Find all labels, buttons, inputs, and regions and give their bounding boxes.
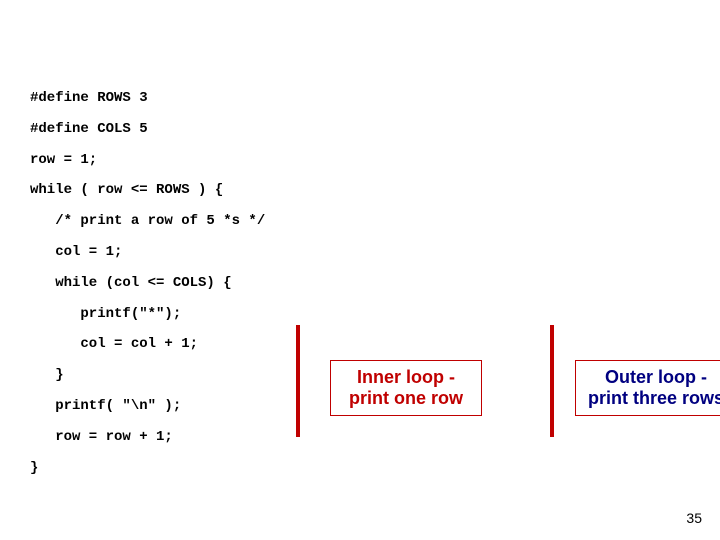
inner-loop-annotation: Inner loop - print one row	[330, 360, 482, 416]
code-line: row = 1;	[30, 152, 265, 169]
code-line: printf("*");	[30, 306, 265, 323]
code-line: }	[30, 367, 265, 384]
outer-loop-bracket	[550, 325, 554, 437]
code-line: printf( "\n" );	[30, 398, 265, 415]
code-line: #define COLS 5	[30, 121, 265, 138]
inner-loop-bracket	[296, 325, 300, 437]
code-line: row = row + 1;	[30, 429, 265, 446]
code-line: #define ROWS 3	[30, 90, 265, 107]
code-line: col = col + 1;	[30, 336, 265, 353]
code-block: #define ROWS 3 #define COLS 5 row = 1; w…	[30, 90, 265, 490]
page-number: 35	[686, 510, 702, 526]
code-line: col = 1;	[30, 244, 265, 261]
outer-loop-annotation: Outer loop - print three rows	[575, 360, 720, 416]
code-line: /* print a row of 5 *s */	[30, 213, 265, 230]
code-line: while (col <= COLS) {	[30, 275, 265, 292]
code-line: while ( row <= ROWS ) {	[30, 182, 265, 199]
code-line: }	[30, 460, 265, 477]
